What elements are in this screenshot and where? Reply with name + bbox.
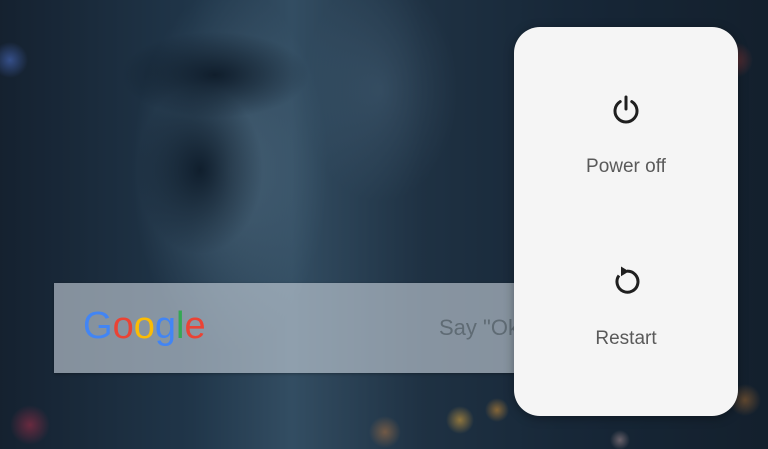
power-icon — [613, 95, 639, 124]
logo-letter: e — [184, 305, 206, 347]
logo-letter: o — [133, 305, 155, 347]
restart-label: Restart — [595, 328, 657, 349]
restart-icon — [615, 266, 640, 294]
logo-letter: g — [154, 305, 176, 347]
power-menu: Power off Restart — [514, 27, 738, 416]
logo-letter: G — [83, 305, 113, 347]
logo-letter: o — [112, 305, 134, 347]
logo-letter: l — [175, 305, 185, 347]
home-screen: Google Say "Ok Power off Restart — [0, 0, 768, 449]
restart-button[interactable]: Restart — [514, 227, 738, 397]
google-search-bar[interactable]: Google Say "Ok — [54, 283, 524, 373]
power-off-label: Power off — [586, 156, 666, 177]
power-off-button[interactable]: Power off — [514, 57, 738, 227]
google-logo: Google — [83, 303, 206, 349]
voice-search-hint[interactable]: Say "Ok — [439, 313, 519, 343]
